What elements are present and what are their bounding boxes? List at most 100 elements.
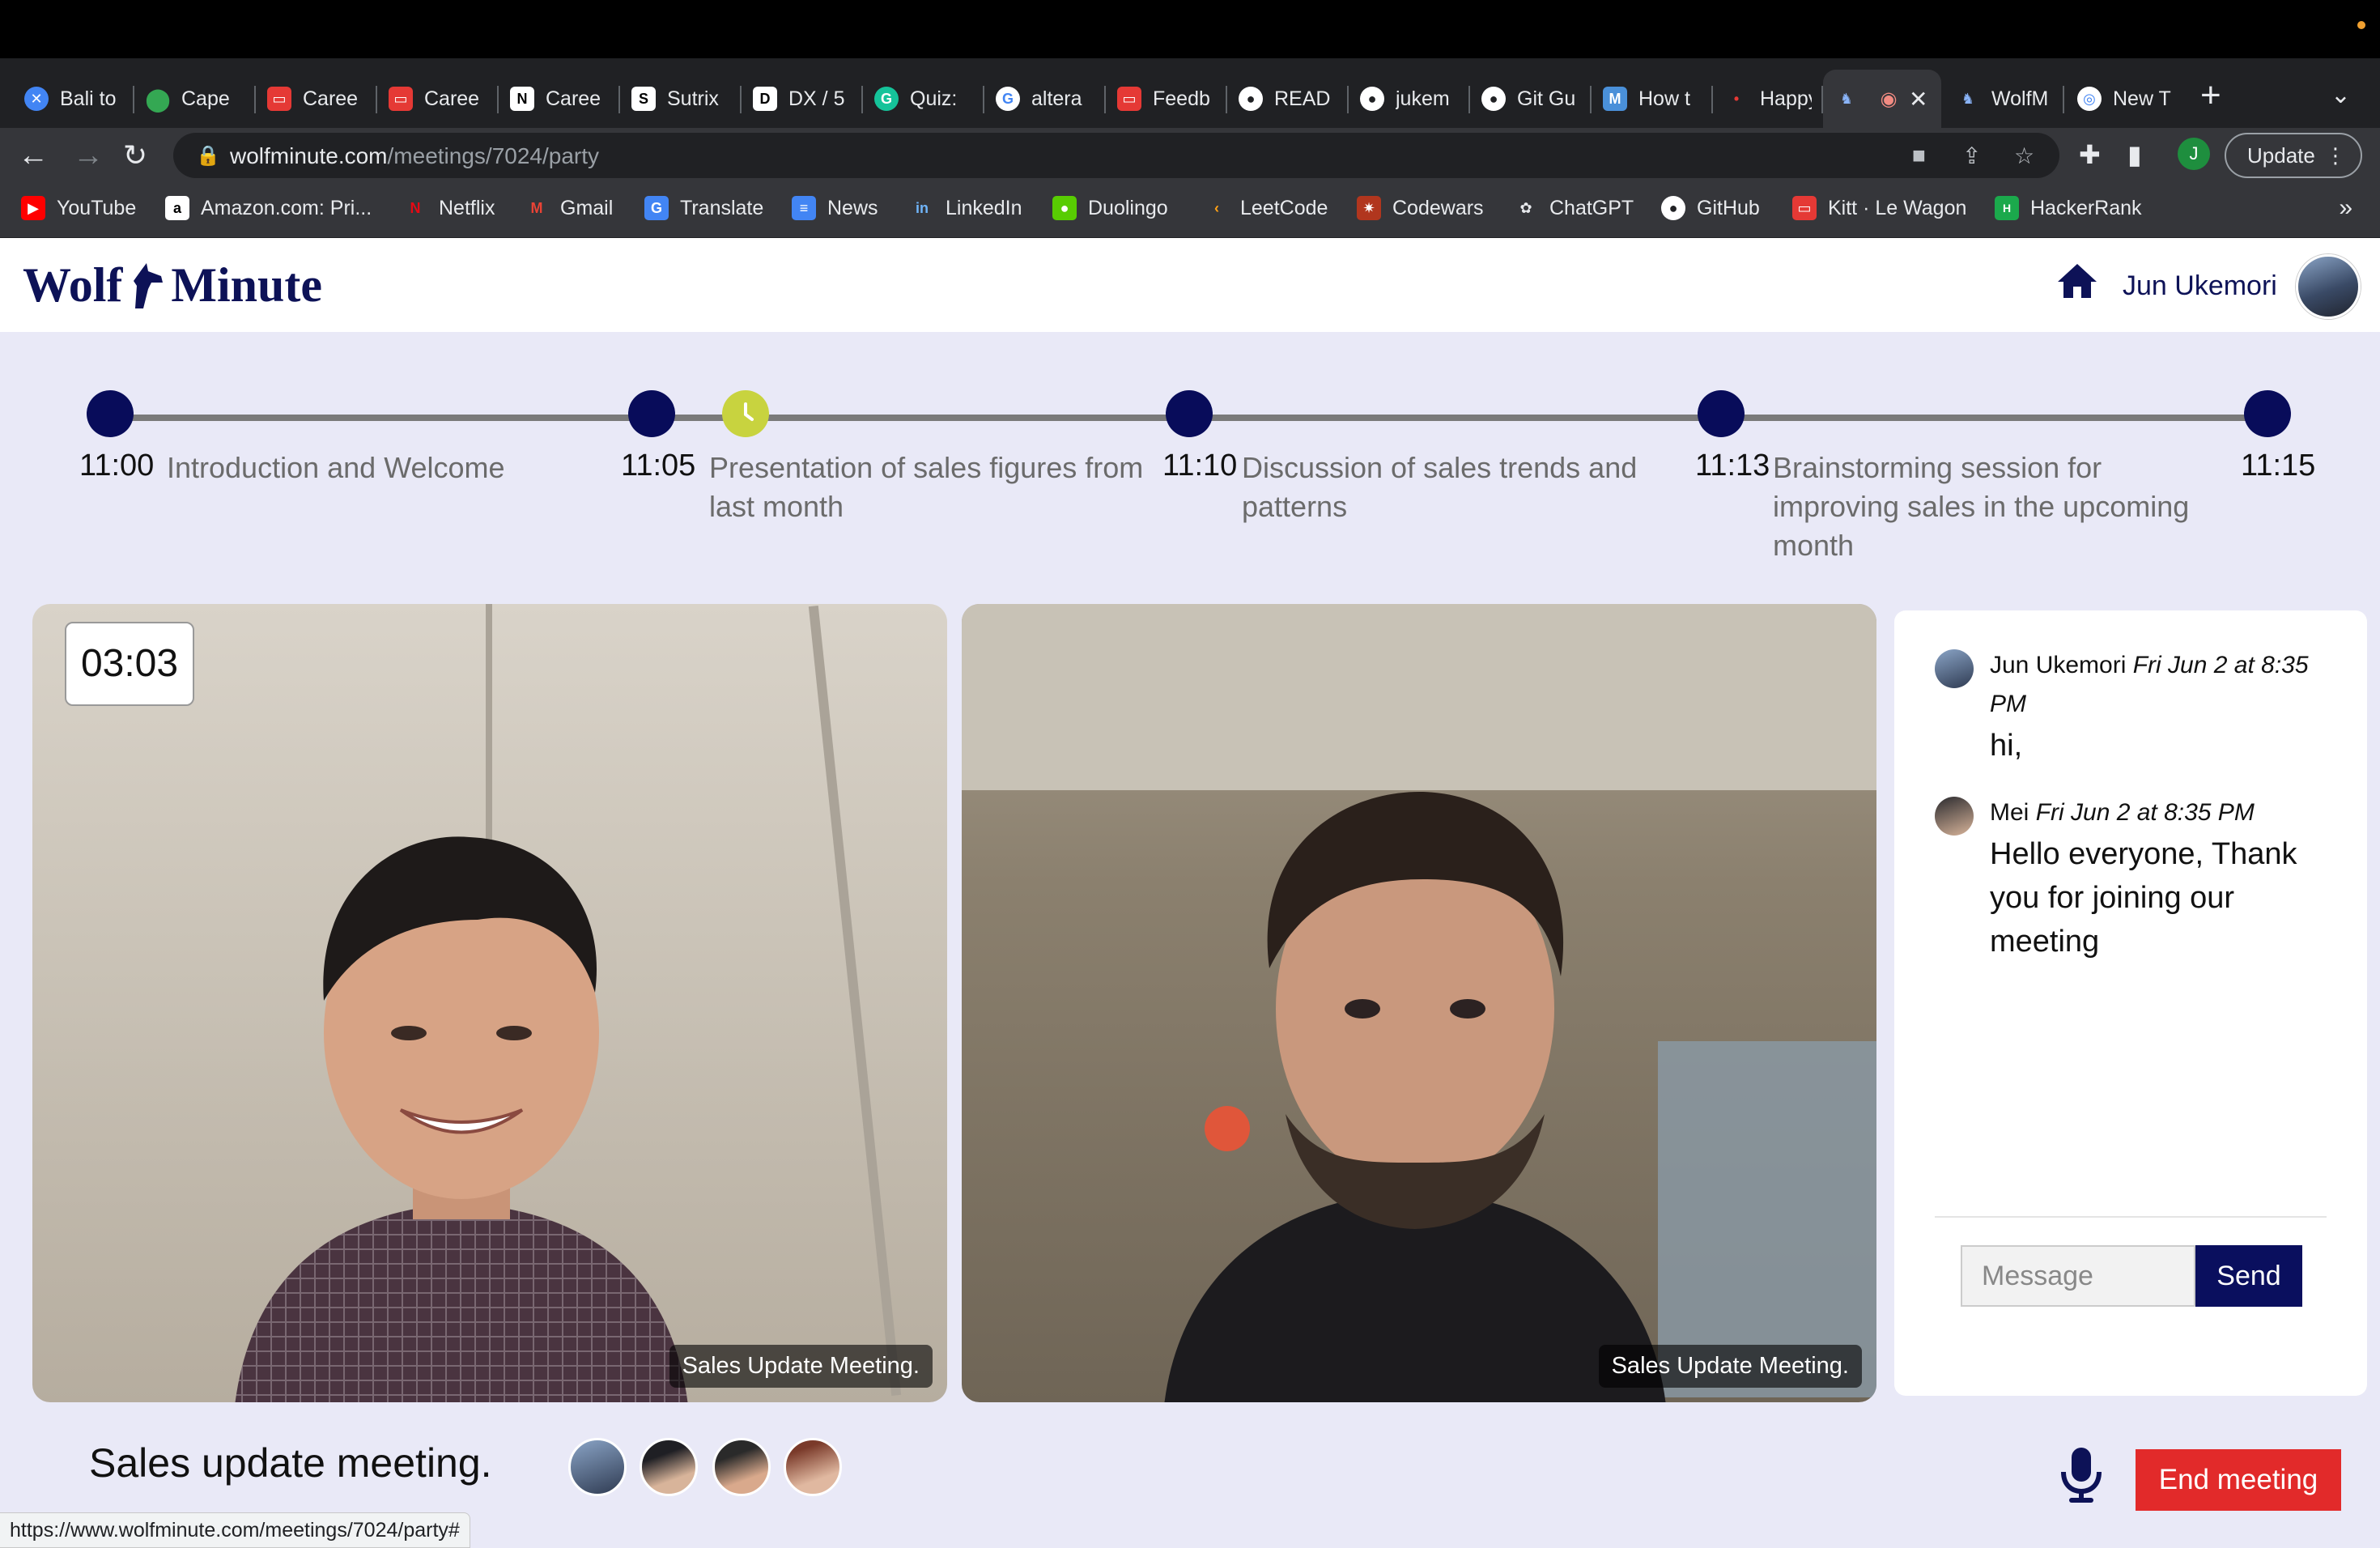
bookmark-translate[interactable]: G Translate [644,196,763,220]
browser-tab[interactable]: ◎ New T [2066,70,2187,128]
url-text[interactable]: wolfminute.com/meetings/7024/party [230,143,599,169]
leetcode-icon: ‹ [1214,199,1219,216]
wolfminute-icon: ♞ [1839,90,1854,107]
video-caption: Sales Update Meeting. [669,1345,933,1388]
x-icon: ✕ [24,87,49,111]
menu-dots-icon: ⋮ [2325,143,2346,168]
participant-avatar[interactable] [712,1438,771,1496]
agenda-dot-1[interactable] [87,390,134,437]
address-bar[interactable]: 🔒 wolfminute.com/meetings/7024/party ■ ⇪… [173,133,2059,178]
wolf-icon [134,262,164,308]
video-tile-remote[interactable]: Sales Update Meeting. [962,604,1876,1402]
end-meeting-button[interactable]: End meeting [2136,1449,2341,1511]
update-button[interactable]: Update ⋮ [2225,133,2362,178]
browser-tab[interactable]: ⬤ Cape [134,70,256,128]
bookmark-duolingo[interactable]: ● Duolingo [1052,196,1168,220]
participant-avatar[interactable] [568,1438,627,1496]
bookmark-youtube[interactable]: ▶ YouTube [21,196,136,220]
sutrix-icon: S [631,87,656,111]
user-avatar[interactable] [2296,254,2361,319]
microphone-icon[interactable] [2059,1446,2103,1504]
browser-tab[interactable]: G Quiz: [863,70,984,128]
browser-tab[interactable]: Galtera [984,70,1106,128]
window [1658,1041,1876,1397]
translate-icon: G [644,196,669,220]
camera-icon[interactable]: ■ [1912,142,1926,168]
agenda-dot-2[interactable] [628,390,675,437]
browser-tab[interactable]: D DX / 5 [742,70,863,128]
browser-tab[interactable]: ● READ [1227,70,1349,128]
forward-arrow-icon[interactable]: → [73,133,104,178]
participant-video-feed [1164,791,1666,1402]
current-user-name[interactable]: Jun Ukemori [2123,270,2277,302]
browser-tab[interactable]: ✕ Bali to [13,70,134,128]
chatgpt-icon: ✿ [1519,199,1532,216]
browser-tab[interactable]: ♞ WolfM [1944,70,2064,128]
chat-panel: Jun Ukemori Fri Jun 2 at 8:35 PM hi, Mei… [1894,610,2367,1396]
browser-tab[interactable]: ▭ Caree [256,70,377,128]
maps-icon: ⬤ [145,86,171,112]
browser-tab[interactable]: •Happy [1713,70,1823,128]
reload-icon[interactable]: ↻ [123,133,147,178]
bookmark-chatgpt[interactable]: ✿ ChatGPT [1514,196,1634,220]
github-icon: ● [1661,196,1685,220]
agenda-dot-end[interactable] [2244,390,2291,437]
profile-avatar[interactable]: J [2178,138,2210,170]
app-header: Wolf Minute Jun Ukemori [0,238,2380,332]
tab-search-chevron-icon[interactable]: ⌄ [2331,81,2351,109]
send-button[interactable]: Send [2195,1245,2302,1307]
bookmark-amazon[interactable]: a Amazon.com: Pri... [165,196,372,220]
chat-avatar [1935,649,1974,688]
wagon-icon: ▭ [267,87,291,111]
close-tab-icon[interactable]: ✕ [1909,86,1927,113]
bookmark-leetcode[interactable]: ‹ LeetCode [1205,196,1328,220]
bookmark-netflix[interactable]: N Netflix [403,196,495,220]
more-bookmarks-icon[interactable]: » [2339,194,2352,222]
share-icon[interactable]: ⇪ [1962,142,1981,169]
side-panel-icon[interactable]: ▮ [2127,139,2142,170]
agenda-dot-3[interactable] [1166,390,1213,437]
chat-text: hi, [1990,729,2023,763]
wolfminute-logo[interactable]: Wolf Minute [23,257,322,313]
browser-tab[interactable]: S Sutrix [620,70,742,128]
agenda-dot-4[interactable] [1698,390,1745,437]
bookmark-github[interactable]: ● GitHub [1661,196,1760,220]
browser-tab[interactable]: N Caree [499,70,620,128]
message-input[interactable] [1961,1245,2195,1307]
meeting-title: Sales update meeting. [89,1440,492,1486]
video-tile-local[interactable]: 03:03 Sales Update Meeting. [32,604,947,1402]
bookmark-codewars[interactable]: ✷ Codewars [1357,196,1484,220]
wagon-icon: ▭ [1117,87,1141,111]
participant-avatar[interactable] [784,1438,842,1496]
bookmark-kitt[interactable]: ▭ Kitt · Le Wagon [1792,196,1966,220]
bookmark-star-icon[interactable]: ☆ [2014,142,2034,169]
browser-tab[interactable]: ● Git Gu [1470,70,1592,128]
extensions-icon[interactable]: ✚ [2079,139,2101,170]
back-arrow-icon[interactable]: ← [18,133,49,178]
browser-toolbar: ← → ↻ 🔒 wolfminute.com/meetings/7024/par… [0,128,2380,183]
video-caption: Sales Update Meeting. [1598,1345,1862,1388]
google-icon: G [996,87,1020,111]
participant-video-feed [235,836,688,1402]
linkedin-icon: in [916,199,929,216]
agenda-topic: Introduction and Welcome [167,451,505,484]
home-icon[interactable] [2056,262,2098,300]
github-icon: ● [1239,87,1263,111]
bookmark-gmail[interactable]: M Gmail [525,196,614,220]
background-pole [808,606,902,1396]
browser-tab[interactable]: ▭ Feedb [1106,70,1227,128]
wagon-icon: ▭ [389,87,413,111]
browser-tab[interactable]: ▭ Caree [377,70,499,128]
bookmark-hackerrank[interactable]: H HackerRank [1995,196,2142,220]
chat-message: Mei Fri Jun 2 at 8:35 PM Hello everyone,… [1935,793,2348,963]
browser-tab[interactable]: ● jukem [1349,70,1470,128]
agenda-time: 11:10 [1162,449,1238,483]
bookmark-news[interactable]: ≡ News [792,196,878,220]
bookmark-linkedin[interactable]: in LinkedIn [910,196,1022,220]
agenda-current-marker[interactable] [722,390,769,437]
participant-avatar[interactable] [640,1438,698,1496]
browser-tab[interactable]: M How t [1592,70,1713,128]
new-tab-icon[interactable]: + [2200,78,2221,113]
recording-icon: ◉ [1880,87,1898,110]
chat-divider [1935,1216,2327,1218]
